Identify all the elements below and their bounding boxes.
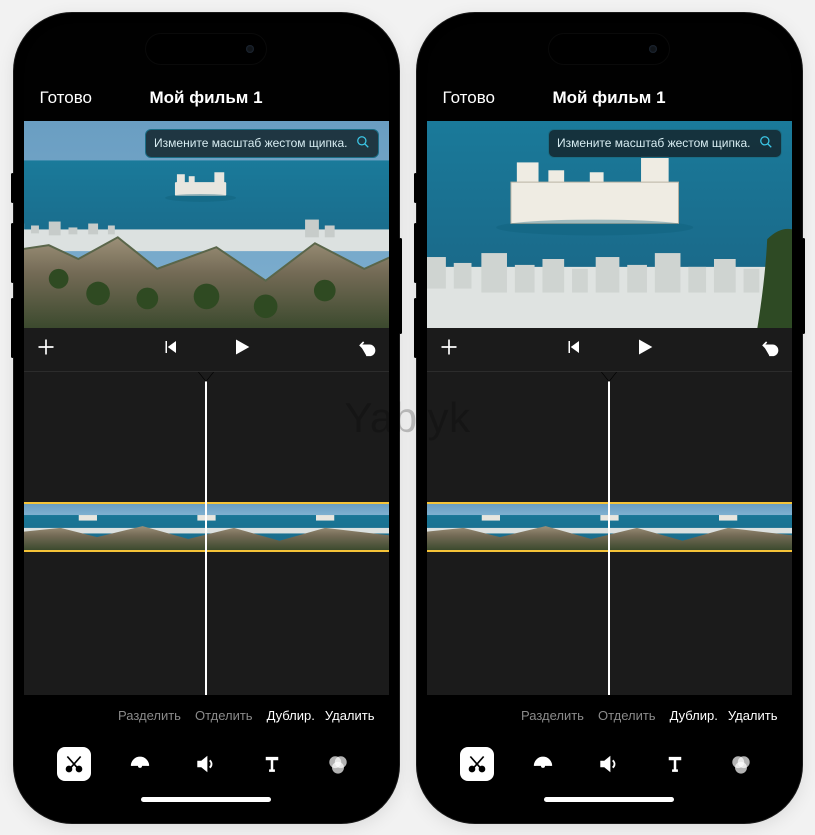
- delete-button[interactable]: Удалить: [325, 708, 375, 723]
- skip-back-button[interactable]: [564, 338, 582, 361]
- zoom-hint: Измените масштаб жестом щипка.: [145, 129, 378, 158]
- video-clip[interactable]: [24, 502, 389, 552]
- tool-bar: [24, 737, 389, 791]
- tool-bar: [427, 737, 792, 791]
- project-title: Мой фильм 1: [552, 88, 665, 108]
- done-button[interactable]: Готово: [40, 88, 120, 108]
- split-button[interactable]: Разделить: [118, 708, 181, 723]
- skip-back-button[interactable]: [161, 338, 179, 361]
- text-tool[interactable]: [255, 747, 289, 781]
- volume-tool[interactable]: [189, 747, 223, 781]
- dynamic-island: [145, 33, 267, 65]
- cut-tool[interactable]: [460, 747, 494, 781]
- done-button[interactable]: Готово: [443, 88, 523, 108]
- volume-tool[interactable]: [592, 747, 626, 781]
- split-button[interactable]: Разделить: [521, 708, 584, 723]
- magnify-icon: [759, 135, 773, 152]
- speed-tool[interactable]: [526, 747, 560, 781]
- filter-tool[interactable]: [321, 747, 355, 781]
- duplicate-button[interactable]: Дублир.: [267, 708, 315, 723]
- zoom-hint: Измените масштаб жестом щипка.: [548, 129, 781, 158]
- text-tool[interactable]: [658, 747, 692, 781]
- timeline[interactable]: [427, 372, 792, 695]
- detach-button[interactable]: Отделить: [598, 708, 656, 723]
- video-preview[interactable]: Измените масштаб жестом щипка.: [24, 121, 389, 328]
- cut-tool[interactable]: [57, 747, 91, 781]
- home-indicator[interactable]: [427, 791, 792, 813]
- timeline[interactable]: [24, 372, 389, 695]
- hint-text: Измените масштаб жестом щипка.: [154, 136, 347, 150]
- phone-right: Готово Мой фильм 1 Измените масштаб жест…: [417, 13, 802, 823]
- hint-text: Измените масштаб жестом щипка.: [557, 136, 750, 150]
- add-media-button[interactable]: [36, 337, 56, 362]
- delete-button[interactable]: Удалить: [728, 708, 778, 723]
- video-clip[interactable]: [427, 502, 792, 552]
- video-preview[interactable]: Измените масштаб жестом щипка.: [427, 121, 792, 328]
- transport-bar: [24, 328, 389, 372]
- home-indicator[interactable]: [24, 791, 389, 813]
- clip-actions: Разделить Отделить Дублир. Удалить: [24, 695, 389, 737]
- clip-actions: Разделить Отделить Дублир. Удалить: [427, 695, 792, 737]
- undo-button[interactable]: [760, 337, 780, 362]
- transport-bar: [427, 328, 792, 372]
- duplicate-button[interactable]: Дублир.: [670, 708, 718, 723]
- speed-tool[interactable]: [123, 747, 157, 781]
- dynamic-island: [548, 33, 670, 65]
- magnify-icon: [356, 135, 370, 152]
- project-title: Мой фильм 1: [149, 88, 262, 108]
- filter-tool[interactable]: [724, 747, 758, 781]
- detach-button[interactable]: Отделить: [195, 708, 253, 723]
- add-media-button[interactable]: [439, 337, 459, 362]
- phone-left: Готово Мой фильм 1 Измените масштаб жест…: [14, 13, 399, 823]
- play-button[interactable]: [634, 337, 654, 362]
- undo-button[interactable]: [357, 337, 377, 362]
- play-button[interactable]: [231, 337, 251, 362]
